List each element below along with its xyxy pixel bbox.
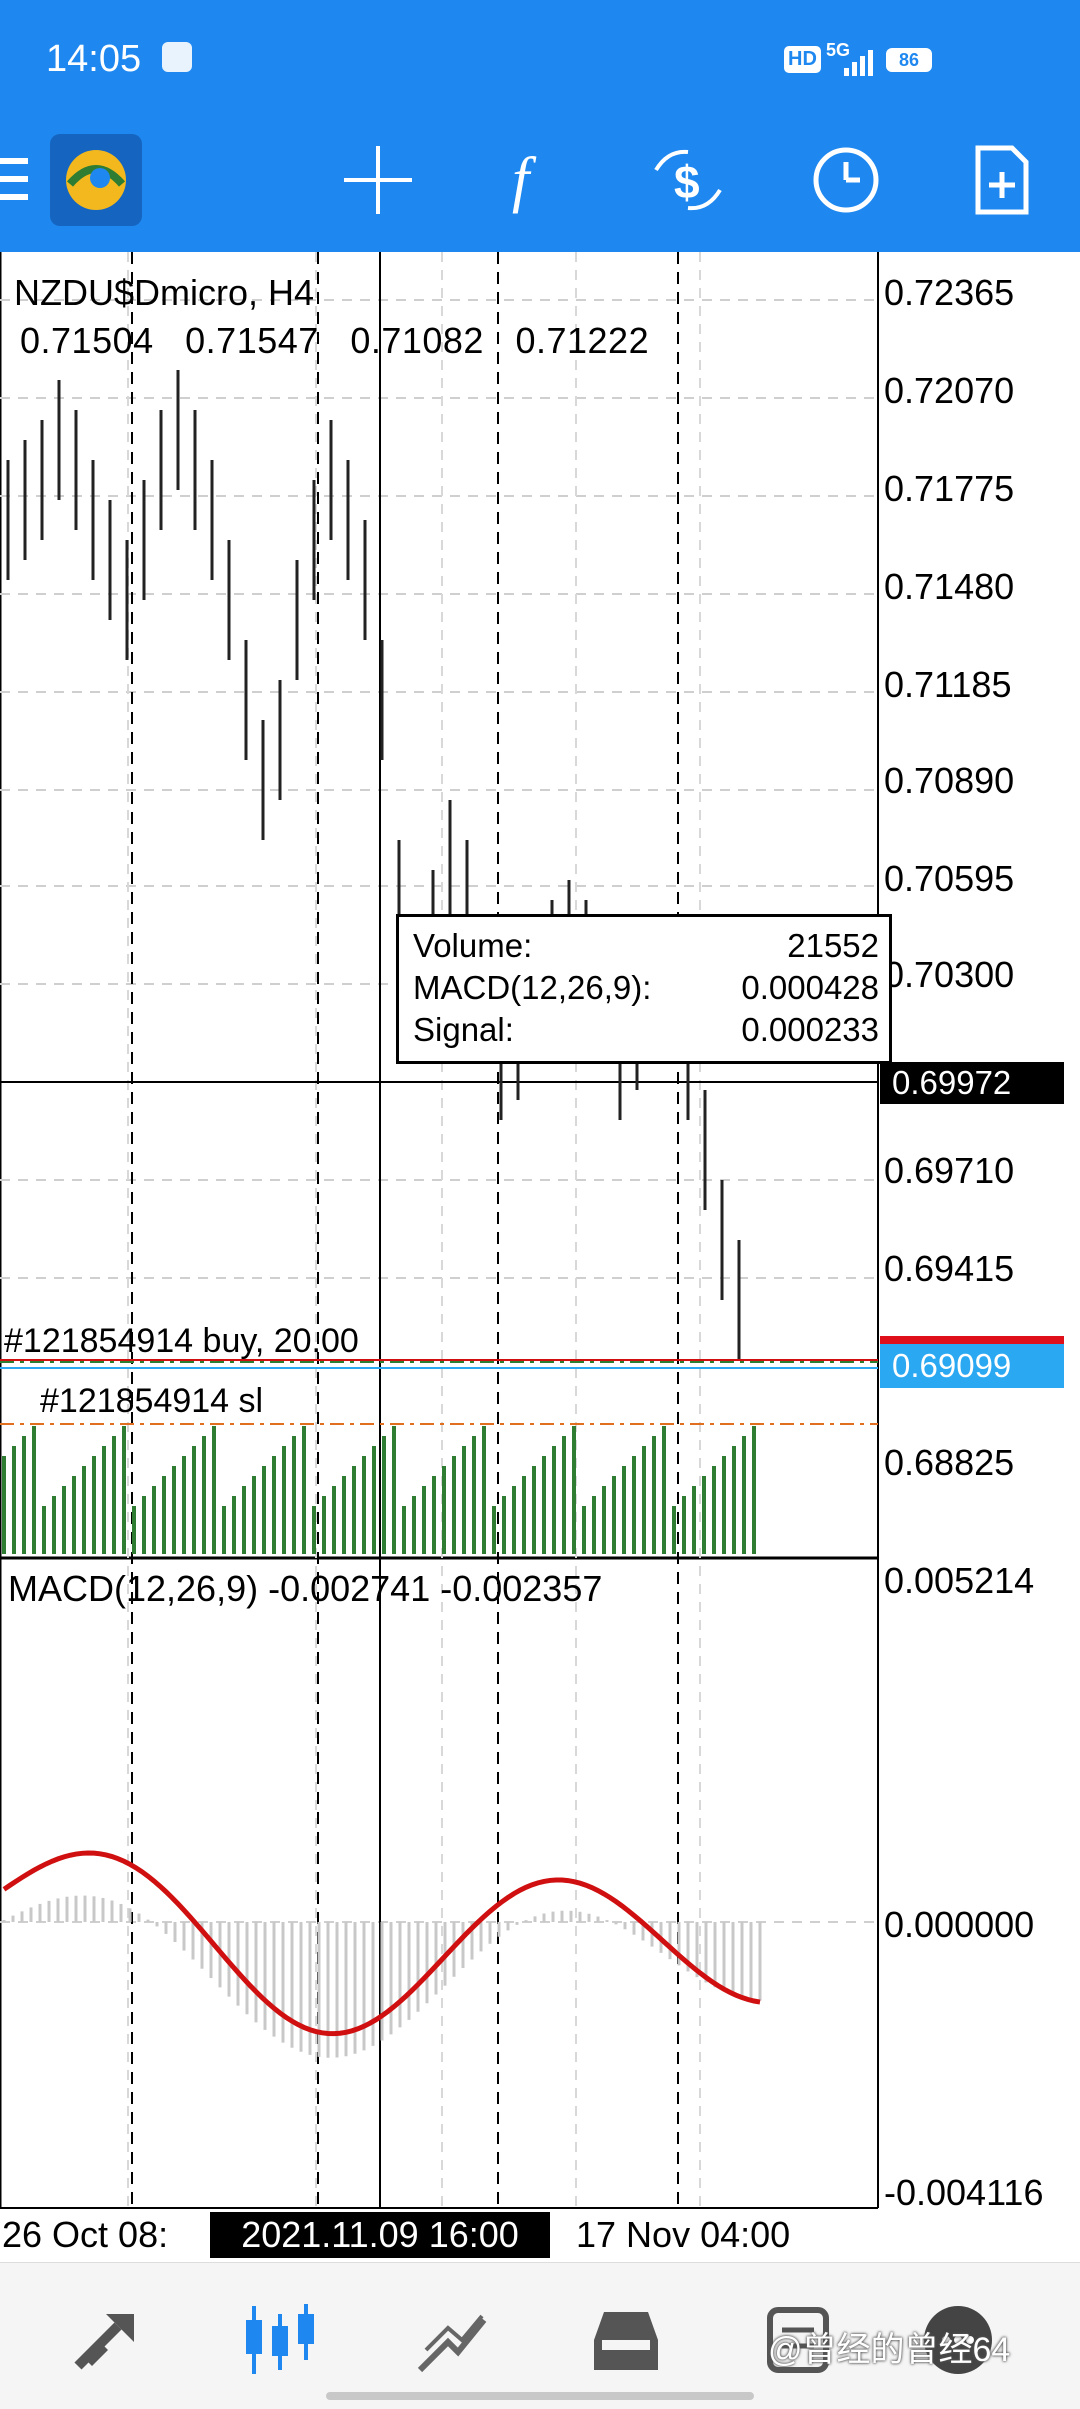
ohlc-high: 0.71547 bbox=[185, 320, 319, 361]
price-axis-label: 0.72070 bbox=[884, 370, 1015, 411]
price-axis-label: 0.70890 bbox=[884, 760, 1015, 801]
macd-title: MACD(12,26,9) -0.002741 -0.002357 bbox=[8, 1568, 603, 1609]
watermark-text: @曾经的曾经64 bbox=[768, 2331, 1011, 2369]
hd-badge: HD bbox=[784, 46, 821, 73]
ohlc-open: 0.71504 bbox=[20, 320, 154, 361]
ohlc-close: 0.71222 bbox=[515, 320, 650, 361]
mt4-logo-icon[interactable] bbox=[50, 134, 142, 226]
tooltip-row-macd: MACD(12,26,9): 0.000428 bbox=[413, 969, 879, 1006]
status-time: 14:05 bbox=[46, 38, 142, 80]
battery-indicator: 86 bbox=[886, 48, 932, 72]
ohlc-low: 0.71082 bbox=[350, 320, 484, 361]
dollar-sync-icon[interactable]: $ bbox=[648, 140, 728, 220]
quotes-icon[interactable] bbox=[68, 2300, 148, 2380]
order-sl-label[interactable]: #121854914 sl bbox=[40, 1382, 263, 1421]
tooltip-row-signal: Signal: 0.000233 bbox=[413, 1011, 879, 1048]
crosshair-icon[interactable] bbox=[338, 140, 418, 220]
bid-price-label: 0.69099 bbox=[880, 1344, 1064, 1388]
symbol-title: NZDU$Dmicro, H4 bbox=[14, 272, 315, 313]
svg-text:$: $ bbox=[674, 156, 700, 208]
status-bar: 14:05 HD 5G 86 bbox=[0, 0, 1080, 120]
chart-icon[interactable] bbox=[240, 2300, 320, 2380]
menu-icon[interactable] bbox=[0, 158, 30, 204]
gesture-handle[interactable] bbox=[326, 2392, 754, 2400]
location-icon bbox=[162, 42, 192, 72]
time-axis-label: 17 Nov 04:00 bbox=[576, 2214, 791, 2255]
data-window-tooltip: Volume: 21552 MACD(12,26,9): 0.000428 Sign… bbox=[396, 914, 892, 1064]
price-axis-label: 0.70300 bbox=[884, 954, 1015, 995]
time-axis-highlight: 2021.11.09 16:00 bbox=[210, 2212, 550, 2258]
price-axis-label: 0.69415 bbox=[884, 1248, 1015, 1289]
price-axis-label: 0.71480 bbox=[884, 566, 1015, 607]
time-axis-label: 26 Oct 08: bbox=[2, 2214, 169, 2255]
macd-axis-label: 0.005214 bbox=[884, 1560, 1035, 1601]
tooltip-row-volume: Volume: 21552 bbox=[413, 927, 879, 964]
history-icon[interactable] bbox=[586, 2300, 666, 2380]
new-order-icon[interactable] bbox=[962, 140, 1042, 220]
order-buy-label[interactable]: #121854914 buy, 20.00 bbox=[4, 1322, 359, 1361]
price-axis-label: 0.70595 bbox=[884, 858, 1015, 899]
trade-icon[interactable] bbox=[412, 2300, 492, 2380]
price-axis-label: 0.72365 bbox=[884, 272, 1015, 313]
macd-axis-label: -0.004116 bbox=[884, 2172, 1044, 2213]
ohlc-values: 0.71504 0.71547 0.71082 0.71222 bbox=[20, 320, 649, 362]
price-axis-label: 0.69710 bbox=[884, 1150, 1015, 1191]
indicator-f-icon[interactable]: f bbox=[492, 140, 572, 220]
clock-icon[interactable] bbox=[806, 140, 886, 220]
cursor-price-label: 0.69972 bbox=[880, 1062, 1064, 1104]
macd-axis-label: 0.000000 bbox=[884, 1904, 1035, 1945]
price-axis-label: 0.71775 bbox=[884, 468, 1015, 509]
svg-text:f: f bbox=[512, 146, 537, 214]
price-axis-label: 0.68825 bbox=[884, 1442, 1015, 1483]
price-axis-label: 0.71185 bbox=[884, 664, 1012, 705]
signal-icon bbox=[844, 50, 873, 76]
